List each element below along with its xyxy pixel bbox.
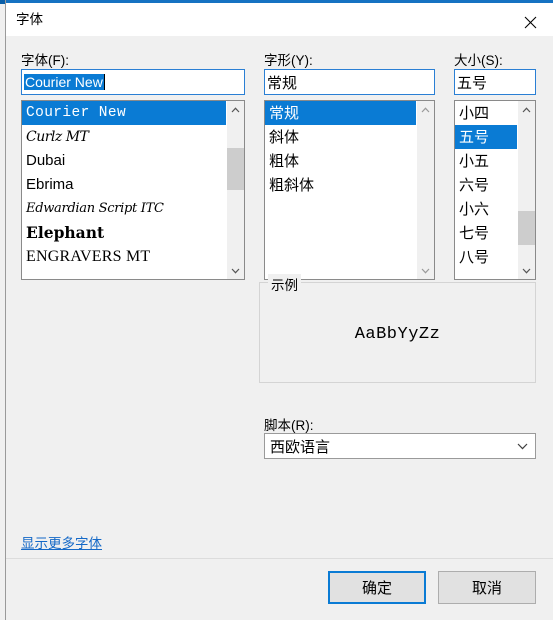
font-style-input[interactable]: 常规 <box>264 69 435 95</box>
font-style-scrollbar[interactable] <box>416 101 434 279</box>
chevron-up-glyph <box>231 106 240 112</box>
sample-groupbox-legend: 示例 <box>268 274 301 294</box>
font-size-input-value: 五号 <box>457 73 488 92</box>
chevron-up-glyph <box>522 106 531 112</box>
font-style-listbox[interactable]: 常规 斜体 粗体 粗斜体 <box>264 100 435 280</box>
scroll-thumb[interactable] <box>518 211 535 245</box>
list-item[interactable]: Curlz MT <box>22 125 226 149</box>
font-style-input-value: 常规 <box>267 73 298 92</box>
list-item[interactable]: 小五 <box>455 149 517 173</box>
text-caret <box>103 74 105 90</box>
font-family-label: 字体(F): <box>21 53 69 68</box>
script-select-value: 西欧语言 <box>270 437 331 456</box>
script-label: 脚本(R): <box>264 418 314 433</box>
list-item[interactable]: 小六 <box>455 197 517 221</box>
scroll-up-icon[interactable] <box>417 101 434 118</box>
font-size-label: 大小(S): <box>454 53 503 68</box>
list-item[interactable]: Elephant <box>22 221 226 245</box>
chevron-down-glyph <box>522 268 531 274</box>
font-family-input-value: Courier New <box>24 74 104 90</box>
font-size-scrollbar[interactable] <box>517 101 535 279</box>
dialog-title: 字体 <box>16 12 43 27</box>
chevron-up-glyph <box>421 106 430 112</box>
list-item[interactable]: Edwardian Script ITC <box>22 197 226 221</box>
scroll-down-icon[interactable] <box>227 262 244 279</box>
chevron-down-glyph <box>517 443 527 449</box>
font-style-list-items: 常规 斜体 粗体 粗斜体 <box>265 101 416 279</box>
close-icon[interactable] <box>507 6 553 39</box>
font-size-listbox[interactable]: 小四 五号 小五 六号 小六 七号 八号 <box>454 100 536 280</box>
footer-divider <box>6 558 553 559</box>
chevron-down-icon[interactable] <box>509 434 535 458</box>
font-family-listbox[interactable]: Courier New Curlz MT Dubai Ebrima Edward… <box>21 100 245 280</box>
font-size-input[interactable]: 五号 <box>454 69 536 95</box>
dialog-titlebar: 字体 <box>6 0 553 39</box>
script-select[interactable]: 西欧语言 <box>264 433 536 459</box>
list-item[interactable]: 常规 <box>265 101 416 125</box>
ok-button-label: 确定 <box>361 579 392 597</box>
scroll-up-icon[interactable] <box>518 101 535 118</box>
list-item[interactable]: 斜体 <box>265 125 416 149</box>
show-more-fonts-link[interactable]: 显示更多字体 <box>21 532 102 552</box>
font-style-label: 字形(Y): <box>264 53 313 68</box>
cancel-button[interactable]: 取消 <box>438 571 536 604</box>
list-item[interactable]: Dubai <box>22 149 226 173</box>
list-item[interactable]: 五号 <box>455 125 517 149</box>
cancel-button-label: 取消 <box>471 579 502 597</box>
scroll-up-icon[interactable] <box>227 101 244 118</box>
close-glyph <box>524 16 536 29</box>
list-item[interactable]: 粗体 <box>265 149 416 173</box>
list-item[interactable]: 小四 <box>455 101 517 125</box>
font-size-list-items: 小四 五号 小五 六号 小六 七号 八号 <box>455 101 517 279</box>
ok-button[interactable]: 确定 <box>328 571 426 604</box>
font-family-input[interactable]: Courier New <box>21 69 245 95</box>
list-item[interactable]: Ebrima <box>22 173 226 197</box>
list-item[interactable]: 六号 <box>455 173 517 197</box>
sample-preview-text: AaBbYyZz <box>354 325 441 344</box>
list-item[interactable]: 八号 <box>455 245 517 269</box>
list-item[interactable]: ENGRAVERS MT <box>22 245 226 269</box>
font-dialog: 字体 字体(F): Courier New Courier New Curlz … <box>5 0 553 620</box>
chevron-down-glyph <box>231 268 240 274</box>
list-item[interactable]: 粗斜体 <box>265 173 416 197</box>
font-family-list-items: Courier New Curlz MT Dubai Ebrima Edward… <box>22 101 226 279</box>
dialog-body: 字体(F): Courier New Courier New Curlz MT … <box>6 36 553 620</box>
chevron-down-glyph <box>421 268 430 274</box>
scroll-down-icon[interactable] <box>518 262 535 279</box>
scroll-down-icon[interactable] <box>417 262 434 279</box>
list-item[interactable]: Courier New <box>22 101 226 125</box>
list-item[interactable]: 七号 <box>455 221 517 245</box>
font-family-scrollbar[interactable] <box>226 101 244 279</box>
scroll-thumb[interactable] <box>227 148 244 190</box>
